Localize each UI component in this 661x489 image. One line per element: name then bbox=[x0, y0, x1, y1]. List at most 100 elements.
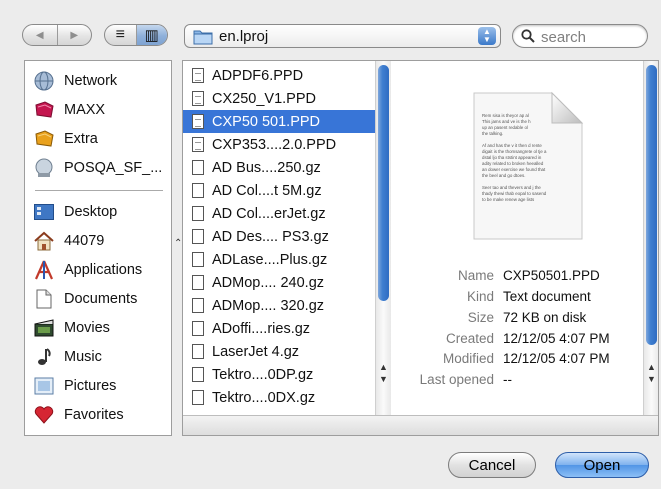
preview-text: Rem sisa is theyor ap al This jams and v… bbox=[482, 113, 547, 202]
disk-icon bbox=[33, 99, 55, 121]
file-name: ADLase....Plus.gz bbox=[212, 251, 328, 268]
file-name: ADMop.... 320.gz bbox=[212, 297, 325, 314]
sidebar-item-label: MAXX bbox=[64, 102, 106, 118]
folder-icon bbox=[193, 28, 213, 48]
info-label-name: Name bbox=[457, 268, 494, 283]
applications-icon bbox=[33, 259, 55, 281]
cancel-button[interactable]: Cancel bbox=[448, 452, 536, 478]
file-row[interactable]: LaserJet 4.gz bbox=[183, 340, 375, 363]
sidebar-item-applications[interactable]: Applications bbox=[33, 257, 142, 283]
document-icon bbox=[192, 68, 204, 83]
info-value-last-opened: -- bbox=[503, 372, 512, 387]
file-row[interactable]: ADLase....Plus.gz bbox=[183, 248, 375, 271]
document-icon bbox=[192, 137, 204, 152]
info-label-kind: Kind bbox=[466, 289, 494, 304]
archive-icon bbox=[192, 367, 204, 382]
archive-icon bbox=[192, 229, 204, 244]
popup-stepper-icon: ▲ ▼ bbox=[478, 27, 496, 45]
sidebar-item-home[interactable]: 44079 bbox=[33, 228, 104, 254]
scroll-thumb[interactable] bbox=[646, 65, 657, 345]
file-name: ADoffi....ries.gz bbox=[212, 320, 311, 337]
sidebar-item-label: 44079 bbox=[64, 233, 105, 249]
archive-icon bbox=[192, 183, 204, 198]
search-input[interactable] bbox=[539, 28, 643, 47]
file-name: AD Bus....250.gz bbox=[212, 159, 321, 176]
open-button[interactable]: Open bbox=[555, 452, 649, 478]
file-row-selected[interactable]: CXP50 501.PPD bbox=[183, 110, 375, 133]
file-row[interactable]: ADoffi....ries.gz bbox=[183, 317, 375, 340]
sidebar-item-extra[interactable]: Extra bbox=[33, 126, 98, 152]
file-column-scrollbar[interactable]: ▲ ▼ bbox=[375, 61, 391, 415]
document-icon bbox=[192, 91, 204, 106]
info-value-size: 72 KB on disk bbox=[503, 310, 587, 325]
view-mode-control: ≡ ▥ bbox=[104, 24, 168, 46]
scroll-arrows-icon[interactable]: ▲ ▼ bbox=[644, 361, 658, 385]
file-row[interactable]: Tektro....0DX.gz bbox=[183, 386, 375, 409]
movies-icon bbox=[33, 317, 55, 339]
sidebar-divider bbox=[35, 190, 163, 191]
search-field[interactable] bbox=[512, 24, 648, 48]
back-button[interactable]: ◀ bbox=[23, 25, 57, 45]
forward-button[interactable]: ▶ bbox=[56, 25, 92, 45]
disk-icon bbox=[33, 128, 55, 150]
file-row[interactable]: AD Des.... PS3.gz bbox=[183, 225, 375, 248]
file-name: AD Des.... PS3.gz bbox=[212, 228, 329, 245]
sidebar-item-label: Movies bbox=[64, 320, 110, 336]
column-view-icon: ▥ bbox=[144, 27, 159, 44]
sidebar-item-label: Pictures bbox=[64, 378, 117, 394]
file-row[interactable]: ADPDF6.PPD bbox=[183, 64, 375, 87]
info-label-size: Size bbox=[467, 310, 494, 325]
sidebar-item-movies[interactable]: Movies bbox=[33, 315, 110, 341]
file-name: ADMop.... 240.gz bbox=[212, 274, 325, 291]
file-name: CX250_V1.PPD bbox=[212, 90, 316, 107]
sidebar-item-maxx[interactable]: MAXX bbox=[33, 97, 105, 123]
archive-icon bbox=[192, 298, 204, 313]
file-row[interactable]: AD Col....erJet.gz bbox=[183, 202, 375, 225]
location-popup[interactable]: en.lproj ▲ ▼ bbox=[184, 24, 501, 48]
file-name: Tektro....0DX.gz bbox=[212, 389, 316, 406]
scroll-arrows-icon[interactable]: ▲ ▼ bbox=[376, 361, 391, 385]
list-view-icon: ≡ bbox=[115, 26, 125, 43]
scroll-thumb[interactable] bbox=[378, 65, 389, 301]
info-value-name: CXP50501.PPD bbox=[503, 268, 600, 283]
heart-icon bbox=[33, 404, 55, 426]
column-view-button[interactable]: ▥ bbox=[135, 25, 167, 45]
sidebar-item-label: Network bbox=[64, 73, 118, 89]
horizontal-scrollbar[interactable] bbox=[183, 415, 658, 435]
desktop-icon bbox=[33, 201, 55, 223]
home-icon bbox=[33, 230, 55, 252]
archive-icon bbox=[192, 206, 204, 221]
sidebar-item-music[interactable]: Music bbox=[33, 344, 102, 370]
file-name: LaserJet 4.gz bbox=[212, 343, 300, 360]
file-row[interactable]: ADMop.... 240.gz bbox=[183, 271, 375, 294]
archive-icon bbox=[192, 252, 204, 267]
back-forward-control: ◀ ▶ bbox=[22, 24, 92, 46]
sidebar-item-favorites[interactable]: Favorites bbox=[33, 402, 124, 428]
file-row[interactable]: CX250_V1.PPD bbox=[183, 87, 375, 110]
file-row[interactable]: AD Col....t 5M.gz bbox=[183, 179, 375, 202]
file-row[interactable]: Tektro....0DP.gz bbox=[183, 363, 375, 386]
sidebar-item-pictures[interactable]: Pictures bbox=[33, 373, 116, 399]
info-value-created: 12/12/05 4:07 PM bbox=[503, 331, 610, 346]
document-icon bbox=[192, 114, 204, 129]
file-row[interactable]: CXP353....2.0.PPD bbox=[183, 133, 375, 156]
file-row[interactable]: AD Bus....250.gz bbox=[183, 156, 375, 179]
sidebar-item-network[interactable]: Network bbox=[33, 68, 117, 94]
sidebar-item-label: Desktop bbox=[64, 204, 118, 220]
documents-icon bbox=[33, 288, 55, 310]
file-name: CXP50 501.PPD bbox=[212, 113, 321, 130]
sidebar-item-label: Documents bbox=[64, 291, 138, 307]
info-value-modified: 12/12/05 4:07 PM bbox=[503, 351, 610, 366]
list-view-button[interactable]: ≡ bbox=[105, 25, 136, 45]
sidebar-item-desktop[interactable]: Desktop bbox=[33, 199, 117, 225]
document-preview: Rem sisa is theyor ap al This jams and v… bbox=[470, 89, 586, 241]
sidebar-item-documents[interactable]: Documents bbox=[33, 286, 137, 312]
file-row[interactable]: ADMop.... 320.gz bbox=[183, 294, 375, 317]
archive-icon bbox=[192, 321, 204, 336]
sidebar-item-posqa[interactable]: POSQA_SF_... bbox=[33, 155, 162, 181]
archive-icon bbox=[192, 275, 204, 290]
preview-column-scrollbar[interactable]: ▲ ▼ bbox=[643, 61, 658, 415]
sidebar-item-label: Music bbox=[64, 349, 102, 365]
file-name: AD Col....erJet.gz bbox=[212, 205, 326, 222]
info-label-modified: Modified bbox=[442, 351, 494, 366]
